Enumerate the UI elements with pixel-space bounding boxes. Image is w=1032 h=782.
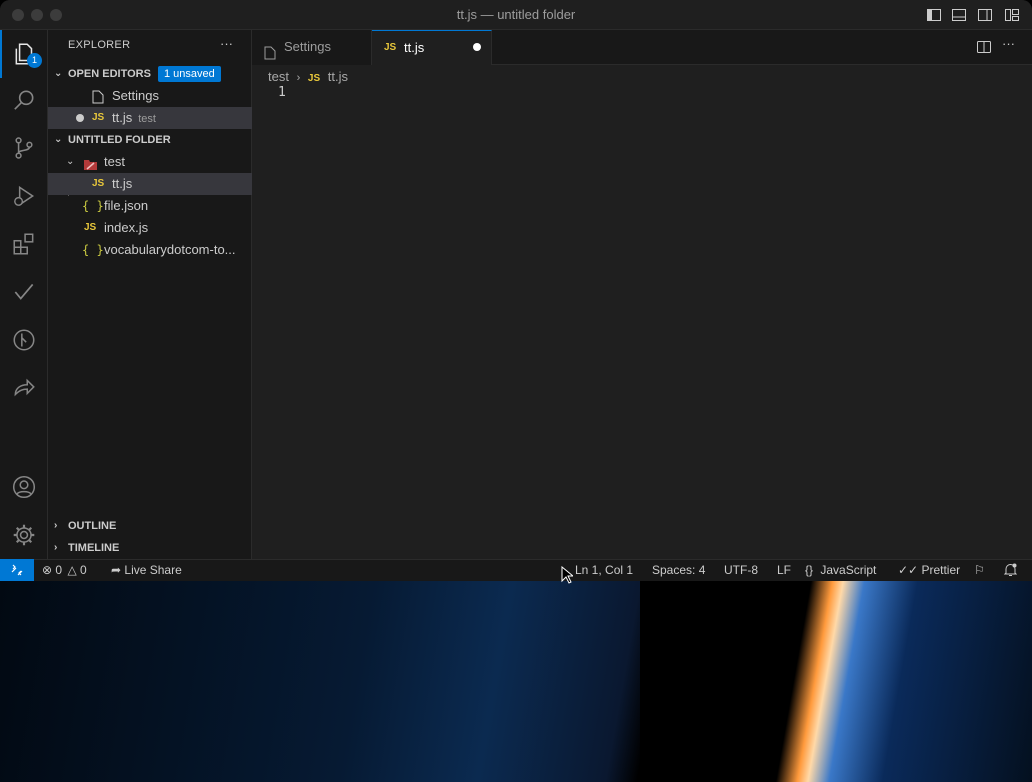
- customize-layout-icon[interactable]: [1004, 7, 1020, 23]
- explorer-more-actions-button[interactable]: ···: [220, 36, 233, 51]
- explorer-sidebar: EXPLORER ··· ⌄ OPEN EDITORS 1 unsaved Se…: [48, 30, 252, 559]
- line-number: 1: [278, 85, 286, 100]
- remote-indicator-button[interactable]: [0, 559, 34, 581]
- error-icon: ⊗: [42, 563, 53, 577]
- chevron-down-icon: ⌄: [54, 134, 63, 145]
- chevron-right-icon: ›: [54, 520, 58, 531]
- language-label: JavaScript: [820, 563, 877, 577]
- chevron-down-icon: ⌄: [66, 156, 75, 167]
- open-editor-item-settings[interactable]: Settings: [48, 85, 252, 107]
- timeline-section-header[interactable]: › TIMELINE: [48, 537, 252, 559]
- extensions-icon[interactable]: [0, 220, 48, 268]
- open-editor-label: Settings: [112, 88, 159, 103]
- live-share-button[interactable]: ➦ Live Share: [111, 560, 182, 581]
- problems-indicator[interactable]: ⊗ 0 △ 0: [42, 560, 87, 581]
- js-file-icon: JS: [307, 73, 321, 84]
- git-graph-icon[interactable]: [0, 316, 48, 364]
- outline-section-header[interactable]: › OUTLINE: [48, 515, 252, 537]
- toggle-panel-icon[interactable]: [951, 7, 967, 23]
- breadcrumb: test › JS tt.js: [268, 67, 348, 87]
- open-editor-description: test: [138, 113, 156, 125]
- folder-item-test[interactable]: ⌄ test: [48, 151, 252, 173]
- warning-icon: △: [67, 563, 77, 577]
- js-file-icon: JS: [92, 178, 105, 189]
- window-title: tt.js — untitled folder: [456, 7, 576, 22]
- editor-tab-bar: Settings JS tt.js ···: [252, 30, 1032, 65]
- json-file-icon: { }: [82, 243, 104, 257]
- js-file-icon: JS: [92, 112, 105, 123]
- folder-label: UNTITLED FOLDER: [68, 134, 171, 146]
- tab-tt-js[interactable]: JS tt.js: [372, 30, 492, 65]
- title-bar: tt.js — untitled folder: [0, 0, 1032, 30]
- sidebar-title: EXPLORER: [68, 39, 131, 51]
- folder-name: test: [104, 154, 125, 169]
- mouse-pointer-icon: [561, 565, 575, 587]
- prettier-label: Prettier: [921, 563, 961, 577]
- tab-label: tt.js: [404, 40, 425, 55]
- file-name: file.json: [104, 198, 149, 213]
- search-icon[interactable]: [0, 76, 48, 124]
- error-count: 0: [55, 563, 63, 577]
- json-file-icon: { }: [82, 199, 104, 213]
- desktop-background: [0, 581, 1032, 782]
- file-item-vocabularydotcom[interactable]: { } vocabularydotcom-to...: [48, 239, 252, 261]
- testing-check-icon[interactable]: [0, 268, 48, 316]
- live-share-label: Live Share: [124, 563, 182, 577]
- indentation-setting[interactable]: Spaces: 4: [652, 560, 705, 581]
- explorer-icon[interactable]: 1: [0, 30, 48, 78]
- open-editor-item-tt-js[interactable]: JS tt.js test: [48, 107, 252, 129]
- prettier-button[interactable]: ✓✓ Prettier: [898, 560, 960, 581]
- status-bar: ⊗ 0 △ 0 ➦ Live Share Ln 1, Col 1 Spaces:…: [0, 559, 1032, 581]
- open-editor-label: tt.js: [112, 110, 133, 125]
- file-name: vocabularydotcom-to...: [104, 242, 236, 257]
- file-name: index.js: [104, 220, 149, 235]
- warning-count: 0: [80, 563, 87, 577]
- file-item-file-json[interactable]: { } file.json: [48, 195, 252, 217]
- toggle-secondary-sidebar-icon[interactable]: [977, 7, 993, 23]
- live-share-icon[interactable]: [0, 364, 48, 412]
- breadcrumb-folder[interactable]: test: [268, 69, 289, 84]
- source-control-icon[interactable]: [0, 124, 48, 172]
- eol-setting[interactable]: LF: [777, 560, 791, 581]
- explorer-badge: 1: [27, 53, 42, 68]
- open-editors-section-header[interactable]: ⌄ OPEN EDITORS 1 unsaved: [48, 63, 252, 85]
- notifications-bell-icon[interactable]: [1003, 560, 1018, 581]
- untitled-folder-section-header[interactable]: ⌄ UNTITLED FOLDER: [48, 129, 252, 151]
- live-share-icon: ➦: [111, 563, 122, 577]
- open-editors-label: OPEN EDITORS: [68, 68, 151, 80]
- unsaved-dot-icon[interactable]: [76, 114, 84, 122]
- split-editor-icon[interactable]: [976, 39, 992, 55]
- chevron-down-icon: ⌄: [54, 68, 63, 79]
- feedback-icon[interactable]: ⚐: [974, 560, 985, 581]
- toggle-primary-sidebar-icon[interactable]: [926, 7, 942, 23]
- tab-label: Settings: [284, 39, 331, 54]
- tab-settings[interactable]: Settings: [252, 30, 372, 65]
- timeline-label: TIMELINE: [68, 542, 120, 554]
- unsaved-badge: 1 unsaved: [158, 66, 221, 82]
- chevron-right-icon: ›: [296, 72, 301, 84]
- file-item-index-js[interactable]: JS index.js: [48, 217, 252, 239]
- js-file-icon: JS: [384, 42, 397, 53]
- file-item-tt-js[interactable]: JS tt.js: [48, 173, 252, 195]
- breadcrumb-file[interactable]: tt.js: [328, 69, 348, 84]
- unsaved-dot-icon[interactable]: [473, 43, 481, 51]
- double-check-icon: ✓✓: [898, 563, 919, 577]
- encoding-setting[interactable]: UTF-8: [724, 560, 758, 581]
- vscode-window: tt.js — untitled folder 1 EXPLORER ··· ⌄…: [0, 0, 1032, 581]
- chevron-right-icon: ›: [54, 542, 58, 553]
- cursor-position[interactable]: Ln 1, Col 1: [575, 560, 633, 581]
- braces-icon: {}: [805, 563, 814, 577]
- activity-bar: 1: [0, 30, 48, 559]
- editor-area[interactable]: test › JS tt.js 1: [252, 65, 1032, 559]
- editor-more-actions-button[interactable]: ···: [1002, 36, 1015, 51]
- run-and-debug-icon[interactable]: [0, 172, 48, 220]
- manage-gear-icon[interactable]: [0, 511, 48, 559]
- accounts-icon[interactable]: [0, 463, 48, 511]
- file-name: tt.js: [112, 176, 133, 191]
- language-mode[interactable]: {} JavaScript: [805, 560, 876, 581]
- js-file-icon: JS: [84, 222, 97, 233]
- outline-label: OUTLINE: [68, 520, 117, 532]
